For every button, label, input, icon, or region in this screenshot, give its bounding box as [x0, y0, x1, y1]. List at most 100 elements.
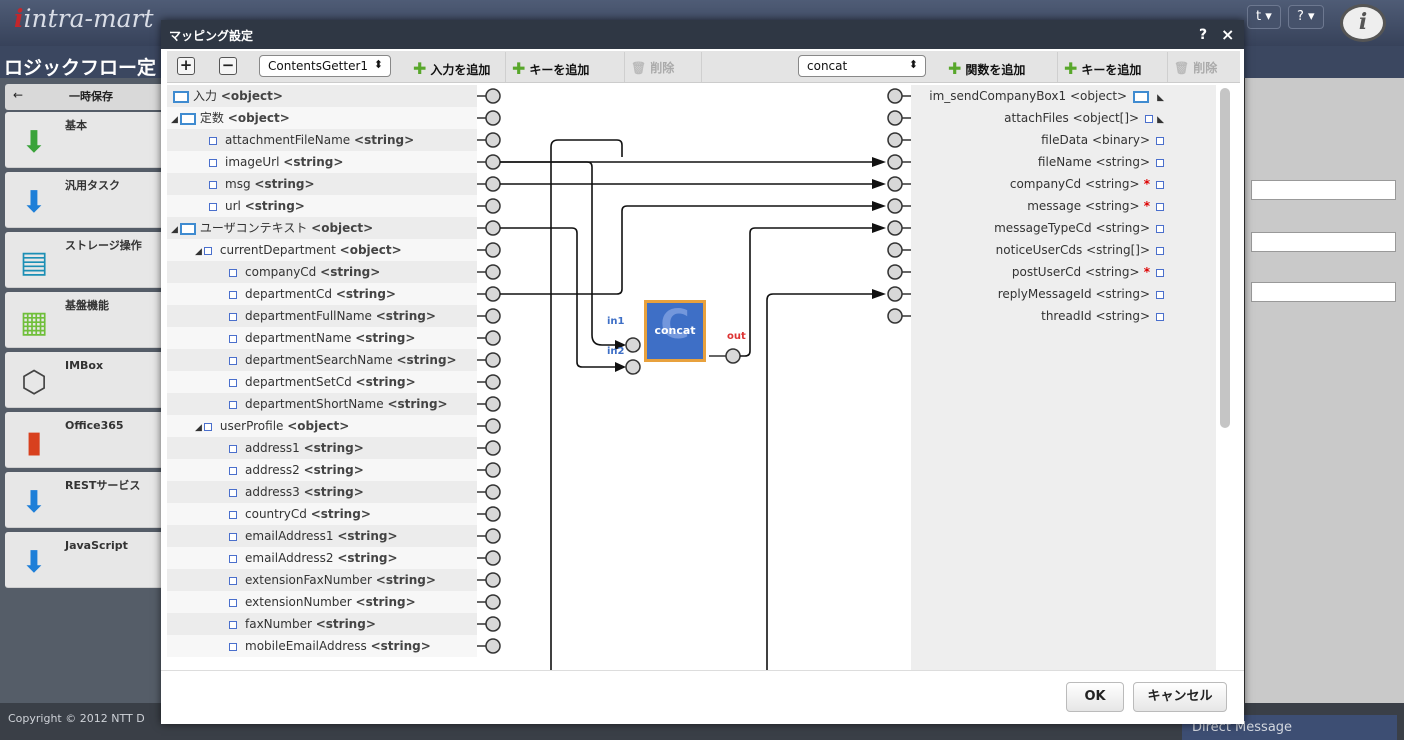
output-port[interactable] — [485, 176, 501, 192]
source-tree-row[interactable]: emailAddress2 <string> — [167, 547, 477, 569]
cancel-button[interactable]: キャンセル — [1133, 682, 1227, 712]
source-tree-row[interactable]: 入力 <object> — [167, 85, 477, 107]
source-tree-row[interactable]: imageUrl <string> — [167, 151, 477, 173]
output-port[interactable] — [485, 594, 501, 610]
property-field[interactable] — [1251, 232, 1396, 252]
palette-item[interactable]: ⬡ IMBox — [5, 352, 165, 408]
input-port[interactable] — [887, 132, 903, 148]
temp-save-button[interactable]: 一時保存 — [69, 88, 113, 104]
source-tree-row[interactable]: faxNumber <string> — [167, 613, 477, 635]
source-tree-row[interactable]: url <string> — [167, 195, 477, 217]
output-port[interactable] — [485, 550, 501, 566]
target-tree-row[interactable]: messageTypeCd <string> — [911, 217, 1216, 239]
help-menu-button[interactable]: ? ▾ — [1288, 5, 1324, 29]
source-tree-row[interactable]: departmentShortName <string> — [167, 393, 477, 415]
input-port[interactable] — [887, 308, 903, 324]
output-port[interactable] — [485, 462, 501, 478]
property-field[interactable] — [1251, 180, 1396, 200]
expand-all-button[interactable]: + — [177, 57, 195, 75]
palette-item[interactable]: ⬇ 汎用タスク — [5, 172, 165, 228]
expand-toggle-icon[interactable]: ◢ — [195, 247, 202, 257]
input-port[interactable] — [887, 286, 903, 302]
expand-toggle-icon[interactable]: ◢ — [195, 423, 202, 433]
source-tree-row[interactable]: mobileEmailAddress <string> — [167, 635, 477, 657]
collapse-all-button[interactable]: − — [219, 57, 237, 75]
source-tree-row[interactable]: ◢ currentDepartment <object> — [167, 239, 477, 261]
source-tree-row[interactable]: address1 <string> — [167, 437, 477, 459]
output-port[interactable] — [485, 264, 501, 280]
target-tree-row[interactable]: fileData <binary> — [911, 129, 1216, 151]
output-port[interactable] — [485, 396, 501, 412]
output-port[interactable] — [485, 572, 501, 588]
source-tree-row[interactable]: extensionFaxNumber <string> — [167, 569, 477, 591]
source-tree-row[interactable]: msg <string> — [167, 173, 477, 195]
scrollbar[interactable] — [1220, 88, 1230, 428]
target-tree-row[interactable]: im_sendCompanyBox1 <object> ◣ — [911, 85, 1216, 107]
source-tree-row[interactable]: ◢ 定数 <object> — [167, 107, 477, 129]
target-tree-row[interactable]: companyCd <string> * — [911, 173, 1216, 195]
source-tree-row[interactable]: address2 <string> — [167, 459, 477, 481]
source-tree-row[interactable]: departmentSearchName <string> — [167, 349, 477, 371]
help-icon[interactable]: ? — [1199, 27, 1207, 43]
palette-item[interactable]: ⬇ JavaScript — [5, 532, 165, 588]
source-tree-row[interactable]: extensionNumber <string> — [167, 591, 477, 613]
target-tree-row[interactable]: message <string> * — [911, 195, 1216, 217]
output-port[interactable] — [485, 154, 501, 170]
output-port[interactable] — [485, 330, 501, 346]
target-tree-row[interactable]: fileName <string> — [911, 151, 1216, 173]
expand-toggle-icon[interactable]: ◣ — [1157, 93, 1164, 103]
output-port[interactable] — [485, 616, 501, 632]
output-port[interactable] — [485, 286, 501, 302]
input-port[interactable] — [887, 198, 903, 214]
source-tree-row[interactable]: address3 <string> — [167, 481, 477, 503]
input-port[interactable] — [887, 242, 903, 258]
concat-in2-port[interactable] — [625, 359, 641, 375]
output-port[interactable] — [485, 506, 501, 522]
target-tree-row[interactable]: threadId <string> — [911, 305, 1216, 327]
close-icon[interactable]: × — [1221, 25, 1234, 44]
output-port[interactable] — [485, 132, 501, 148]
add-input-button[interactable]: ✚ 入力を追加 — [407, 52, 496, 82]
source-tree-row[interactable]: departmentFullName <string> — [167, 305, 477, 327]
expand-toggle-icon[interactable]: ◢ — [171, 115, 178, 125]
palette-item[interactable]: ▦ 基盤機能 — [5, 292, 165, 348]
input-port[interactable] — [887, 220, 903, 236]
output-port[interactable] — [485, 528, 501, 544]
delete-right-button[interactable]: 🗑 削除 — [1167, 52, 1223, 82]
output-port[interactable] — [485, 220, 501, 236]
ok-button[interactable]: OK — [1066, 682, 1124, 712]
palette-item[interactable]: ⬇ 基本 — [5, 112, 165, 168]
add-key-right-button[interactable]: ✚ キーを追加 — [1057, 52, 1147, 82]
source-tree-row[interactable]: companyCd <string> — [167, 261, 477, 283]
source-tree-row[interactable]: departmentName <string> — [167, 327, 477, 349]
output-port[interactable] — [485, 418, 501, 434]
target-tree-row[interactable]: replyMessageId <string> — [911, 283, 1216, 305]
source-select[interactable]: ContentsGetter1 ⬍ — [259, 55, 391, 77]
concat-in1-port[interactable] — [625, 337, 641, 353]
concat-out-port[interactable] — [725, 348, 741, 364]
palette-item[interactable]: ▮ Office365 — [5, 412, 165, 468]
source-tree-row[interactable]: ◢ userProfile <object> — [167, 415, 477, 437]
property-field[interactable] — [1251, 282, 1396, 302]
expand-toggle-icon[interactable]: ◣ — [1157, 115, 1164, 125]
user-menu-button[interactable]: t ▾ — [1247, 5, 1281, 29]
source-tree-row[interactable]: attachmentFileName <string> — [167, 129, 477, 151]
input-port[interactable] — [887, 154, 903, 170]
output-port[interactable] — [485, 88, 501, 104]
function-select[interactable]: concat ⬍ — [798, 55, 926, 77]
add-function-button[interactable]: ✚ 関数を追加 — [942, 52, 1031, 82]
concat-function-block[interactable]: C concat — [644, 300, 706, 362]
output-port[interactable] — [485, 242, 501, 258]
output-port[interactable] — [485, 308, 501, 324]
source-tree-row[interactable]: countryCd <string> — [167, 503, 477, 525]
input-port[interactable] — [887, 88, 903, 104]
app-logo[interactable]: iintra-mart — [14, 4, 154, 33]
source-tree-row[interactable]: emailAddress1 <string> — [167, 525, 477, 547]
source-tree-row[interactable]: departmentCd <string> — [167, 283, 477, 305]
output-port[interactable] — [485, 638, 501, 654]
expand-toggle-icon[interactable]: ◢ — [171, 225, 178, 235]
input-port[interactable] — [887, 264, 903, 280]
back-icon[interactable]: ← — [13, 88, 23, 102]
target-tree-row[interactable]: noticeUserCds <string[]> — [911, 239, 1216, 261]
target-tree-row[interactable]: attachFiles <object[]> ◣ — [911, 107, 1216, 129]
